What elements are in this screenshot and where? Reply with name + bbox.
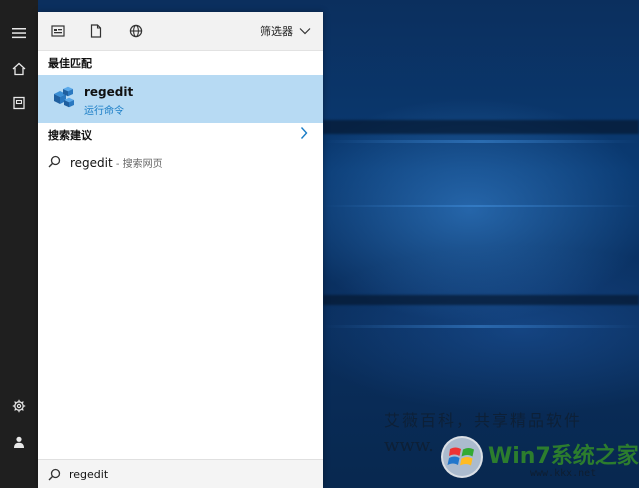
- user-account-button[interactable]: [0, 425, 38, 459]
- wallpaper-dark-band: [323, 120, 639, 134]
- search-scope-tabs: 筛选器: [38, 12, 323, 51]
- suggestion-text: regedit: [70, 155, 113, 170]
- watermark-url: www.kkx.net: [530, 468, 597, 479]
- tab-apps[interactable]: [48, 22, 68, 40]
- search-icon: [48, 155, 61, 167]
- home-button[interactable]: [0, 52, 38, 86]
- web-icon: [129, 24, 143, 38]
- windows-logo-icon: [441, 436, 483, 478]
- best-match-heading: 最佳匹配: [48, 57, 92, 70]
- watermark-brand: Win7系统之家: [488, 444, 639, 469]
- suggestions-heading: 搜索建议: [48, 129, 92, 142]
- home-icon: [12, 62, 26, 76]
- tab-web[interactable]: [126, 22, 146, 40]
- suggestion-item[interactable]: regedit - 搜索网页: [48, 151, 313, 171]
- start-menu-rail: [0, 0, 38, 488]
- chevron-right-icon[interactable]: [299, 126, 309, 140]
- document-icon: [13, 96, 25, 110]
- registry-editor-icon: [54, 86, 74, 108]
- settings-button[interactable]: [0, 389, 38, 423]
- filter-dropdown[interactable]: 筛选器: [260, 22, 311, 40]
- filter-label: 筛选器: [260, 25, 293, 38]
- user-icon: [14, 436, 24, 448]
- search-bar: [38, 459, 323, 488]
- hamburger-icon: [12, 28, 26, 39]
- suggestion-meta: - 搜索网页: [112, 158, 163, 170]
- best-match-title: regedit: [84, 85, 134, 99]
- search-icon: [48, 468, 61, 480]
- wallpaper-light-streak: [323, 325, 639, 328]
- wallpaper-light-streak: [323, 205, 639, 207]
- hamburger-menu-button[interactable]: [0, 16, 38, 50]
- watermark-slogan: 艾薇百科，共享精品软件: [384, 411, 583, 430]
- wallpaper-dark-band: [323, 295, 639, 305]
- best-match-result[interactable]: regedit 运行命令: [38, 75, 323, 123]
- best-match-subtitle: 运行命令: [84, 106, 124, 117]
- recent-documents-button[interactable]: [0, 86, 38, 120]
- tab-documents[interactable]: [86, 22, 106, 40]
- search-input[interactable]: [69, 464, 289, 484]
- watermark-www-prefix: www.: [384, 435, 434, 456]
- settings-icon: [12, 399, 26, 413]
- apps-icon: [51, 25, 65, 37]
- wallpaper-light-streak: [323, 140, 639, 143]
- search-panel: 筛选器 最佳匹配 regedit 运行命令 搜索建议 regedit - 搜索网…: [38, 12, 323, 488]
- chevron-down-icon: [299, 28, 311, 35]
- documents-icon: [90, 24, 102, 38]
